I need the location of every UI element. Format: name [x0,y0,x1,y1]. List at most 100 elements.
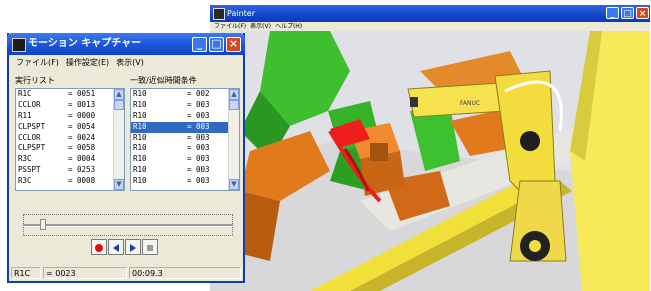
register-name: CLPSPT [18,143,46,153]
viewer-title: Painter [227,9,256,18]
prev-button[interactable] [108,239,124,255]
register-name: R10 [133,143,147,153]
register-name: R10 [133,121,147,131]
vertical-scrollbar[interactable]: ▲ ▼ [228,89,239,190]
register-name: R10 [133,165,147,175]
close-button[interactable]: × [636,7,649,19]
timeline-slider[interactable] [23,214,233,236]
register-value: = 0054 [68,121,96,131]
execution-list[interactable]: R1C = 0051 CCLOR = 0013 R11 = 0000 CLPSPT = 005… [15,88,125,191]
execution-list-row[interactable]: R11 = 0000 [16,111,124,122]
execution-list-row[interactable]: CLPSPT = 0054 [16,122,124,133]
match-condition-list-row[interactable]: R10 = 002 [131,89,239,100]
status-value: = 0023 [43,267,127,279]
register-name: R10 [133,89,147,98]
scroll-thumb[interactable] [114,100,124,110]
register-name: R3C [18,154,32,164]
scroll-up-button[interactable]: ▲ [229,89,239,100]
execution-list-row[interactable]: R1C = 0051 [16,89,124,100]
play-button[interactable] [125,239,141,255]
register-name: R3C [18,176,32,186]
menu-file[interactable]: ファイル(F) [214,22,246,31]
scroll-down-button[interactable]: ▼ [229,179,239,190]
match-condition-list-row[interactable]: R10 = 003 [131,143,239,154]
register-name: R10 [133,154,147,164]
status-register: R1C [11,267,41,279]
motion-capture-dialog: モーション キャプチャー _ □ × ファイル(F) 操作設定(E) 表示(V) 実… [7,33,245,283]
robot-brand-text: FANUC [460,100,480,107]
register-name: CCLOR [18,132,41,142]
maximize-button[interactable]: □ [209,37,224,52]
execution-list-label: 実行リスト [15,76,55,85]
match-condition-list-row[interactable]: R10 = 003 [131,133,239,144]
execution-list-row[interactable]: R3C = 0008 [16,176,124,187]
register-value: = 003 [187,132,210,142]
register-value: = 0058 [68,143,96,153]
record-icon [95,244,103,252]
match-condition-list-row[interactable]: R10 = 003 [131,121,239,133]
record-button[interactable] [91,239,107,255]
match-condition-list[interactable]: R10 = 002 R10 = 003 R10 = 003 R10 = 003 R10 = 003… [130,88,240,191]
slider-track [23,224,233,227]
menu-file[interactable]: ファイル(F) [16,55,59,70]
menu-view[interactable]: 表示(V) [116,55,144,70]
slider-thumb[interactable] [39,219,46,230]
app-icon [12,38,26,52]
register-name: R11 [18,110,32,120]
match-condition-list-row[interactable]: R10 = 003 [131,165,239,176]
stop-button[interactable] [142,239,158,255]
register-name: R10 [133,110,147,120]
minimize-button[interactable]: _ [192,37,207,52]
step-back-icon [113,244,119,252]
minimize-button[interactable]: _ [606,7,619,19]
viewer-titlebar[interactable]: Painter _ □ × [210,5,650,22]
register-value: = 002 [187,89,210,98]
register-value: = 0004 [68,154,96,164]
register-name: R10 [133,99,147,109]
app-icon [213,8,225,20]
register-value: = 003 [187,143,210,153]
viewer-window: Painter _ □ × ファイル(F) 表示(V) ヘルプ(H) FANUC [210,5,650,291]
close-button[interactable]: × [226,37,241,52]
execution-list-row[interactable]: CCLOR = 0013 [16,100,124,111]
register-name: R1C [18,89,32,98]
register-value: = 0051 [68,89,96,98]
stop-icon [147,245,153,251]
register-name: R10 [133,132,147,142]
execution-list-row[interactable]: PSSPT = 0253 [16,165,124,176]
menu-view[interactable]: 表示(V) [250,22,271,31]
execution-list-row[interactable]: CCLOR = 0024 [16,133,124,144]
3d-scene-viewport[interactable]: FANUC [210,31,650,291]
register-value: = 003 [187,165,210,175]
register-value: = 003 [187,110,210,120]
register-name: CCLOR [18,99,41,109]
menu-help[interactable]: ヘルプ(H) [275,22,302,31]
scroll-down-button[interactable]: ▼ [114,179,124,190]
execution-list-row[interactable]: CLPSPT = 0058 [16,143,124,154]
register-name: PSSPT [18,165,41,175]
match-condition-list-row[interactable]: R10 = 003 [131,111,239,122]
register-value: = 0000 [68,110,96,120]
register-value: = 003 [187,99,210,109]
match-condition-list-row[interactable]: R10 = 003 [131,100,239,111]
register-value: = 0253 [68,165,96,175]
play-icon [130,244,136,252]
register-name: CLPSPT [18,121,46,131]
status-bar: R1C = 0023 00:09.3 [9,266,243,281]
maximize-button[interactable]: □ [621,7,634,19]
scroll-thumb[interactable] [229,100,239,110]
register-name: R10 [133,176,147,186]
viewer-menubar: ファイル(F) 表示(V) ヘルプ(H) [210,22,650,31]
register-value: = 0024 [68,132,96,142]
register-value: = 003 [187,121,210,131]
menu-operation-settings[interactable]: 操作設定(E) [66,55,109,70]
match-condition-list-row[interactable]: R10 = 003 [131,176,239,187]
dialog-menubar: ファイル(F) 操作設定(E) 表示(V) [9,55,243,70]
register-value: = 003 [187,176,210,186]
dialog-titlebar[interactable]: モーション キャプチャー _ □ × [7,33,245,55]
vertical-scrollbar[interactable]: ▲ ▼ [113,89,124,190]
match-condition-list-row[interactable]: R10 = 003 [131,154,239,165]
scroll-up-button[interactable]: ▲ [114,89,124,100]
execution-list-row[interactable]: R3C = 0004 [16,154,124,165]
register-value: = 003 [187,154,210,164]
